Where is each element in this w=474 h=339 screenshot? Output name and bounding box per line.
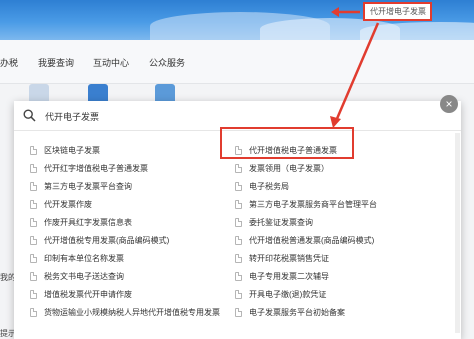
result-label: 增值税发票代开申请作废 (44, 289, 132, 299)
search-result-item[interactable]: 发票领用（电子发票） (235, 161, 329, 175)
result-label: 电子发票服务平台初始备案 (249, 307, 345, 317)
search-result-item[interactable]: 电子发票服务平台初始备案 (235, 305, 345, 319)
result-label: 第三方电子发票服务商平台管理平台 (249, 199, 377, 209)
document-icon (30, 199, 37, 209)
result-label: 作废开具红字发票信息表 (44, 217, 132, 227)
result-label: 货物运输业小规模纳税人异地代开增值税专用发票 (44, 307, 220, 317)
banner-search-box[interactable]: 代开增电子发票 (363, 2, 432, 21)
search-icon (23, 109, 36, 122)
search-result-item[interactable]: 代开增值税普通发票(商品编码模式) (235, 233, 374, 247)
result-label: 印制有本单位名称发票 (44, 253, 124, 263)
document-icon (235, 235, 242, 245)
close-button[interactable]: × (440, 95, 458, 113)
banner-mountain (360, 22, 474, 40)
result-label: 电子税务局 (249, 181, 289, 191)
search-result-item[interactable]: 委托鉴证发票查询 (235, 215, 313, 229)
result-label: 代开增值税普通发票(商品编码模式) (249, 235, 375, 245)
document-icon (235, 253, 242, 263)
search-result-item[interactable]: 电子专用发票二次辅导 (235, 269, 329, 283)
document-icon (30, 181, 37, 191)
search-result-item[interactable]: 转开印花税票销售凭证 (235, 251, 329, 265)
nav-item-tax[interactable]: 办税 (0, 56, 18, 69)
nav-item-public-service[interactable]: 公众服务 (149, 56, 185, 69)
document-icon (30, 217, 37, 227)
search-result-item[interactable]: 第三方电子发票服务商平台管理平台 (235, 197, 377, 211)
result-label: 开具电子缴(退)款凭证 (249, 289, 327, 299)
scrollbar[interactable] (455, 133, 460, 333)
document-icon (235, 199, 242, 209)
document-icon (235, 181, 242, 191)
document-icon (235, 307, 242, 317)
document-icon (30, 289, 37, 299)
document-icon (30, 145, 37, 155)
search-result-item[interactable]: 作废开具红字发票信息表 (30, 215, 132, 229)
result-label: 区块链电子发票 (44, 145, 100, 155)
search-result-item[interactable]: 增值税发票代开申请作废 (30, 287, 132, 301)
document-icon (235, 163, 242, 173)
document-icon (30, 307, 37, 317)
result-label: 转开印花税票销售凭证 (249, 253, 329, 263)
document-icon (30, 253, 37, 263)
document-icon (30, 163, 37, 173)
document-icon (30, 271, 37, 281)
search-input[interactable]: 代开电子发票 (45, 110, 99, 123)
annotation-highlight-box (220, 127, 354, 159)
search-result-item[interactable]: 印制有本单位名称发票 (30, 251, 124, 265)
document-icon (235, 289, 242, 299)
result-label: 税务文书电子送达查询 (44, 271, 124, 281)
result-label: 电子专用发票二次辅导 (249, 271, 329, 281)
search-result-item[interactable]: 货物运输业小规模纳税人异地代开增值税专用发票 (30, 305, 220, 319)
search-result-item[interactable]: 电子税务局 (235, 179, 289, 193)
main-nav: 办税 我要查询 互动中心 公众服务 (0, 40, 474, 84)
search-result-item[interactable]: 税务文书电子送达查询 (30, 269, 124, 283)
search-result-item[interactable]: 代开增值税专用发票(商品编码模式) (30, 233, 169, 247)
result-label: 代开增值税专用发票(商品编码模式) (44, 235, 170, 245)
result-label: 代开红字增值税电子普通发票 (44, 163, 148, 173)
search-result-item[interactable]: 第三方电子发票平台查询 (30, 179, 132, 193)
document-icon (235, 217, 242, 227)
result-label: 发票领用（电子发票） (249, 163, 329, 173)
search-result-item[interactable]: 开具电子缴(退)款凭证 (235, 287, 326, 301)
search-result-item[interactable]: 区块链电子发票 (30, 143, 100, 157)
nav-item-interaction[interactable]: 互动中心 (93, 56, 129, 69)
document-icon (235, 271, 242, 281)
result-label: 代开发票作废 (44, 199, 92, 209)
result-label: 第三方电子发票平台查询 (44, 181, 132, 191)
nav-item-query[interactable]: 我要查询 (38, 56, 74, 69)
search-result-item[interactable]: 代开发票作废 (30, 197, 92, 211)
search-result-item[interactable]: 代开红字增值税电子普通发票 (30, 161, 148, 175)
result-label: 委托鉴证发票查询 (249, 217, 313, 227)
document-icon (30, 235, 37, 245)
